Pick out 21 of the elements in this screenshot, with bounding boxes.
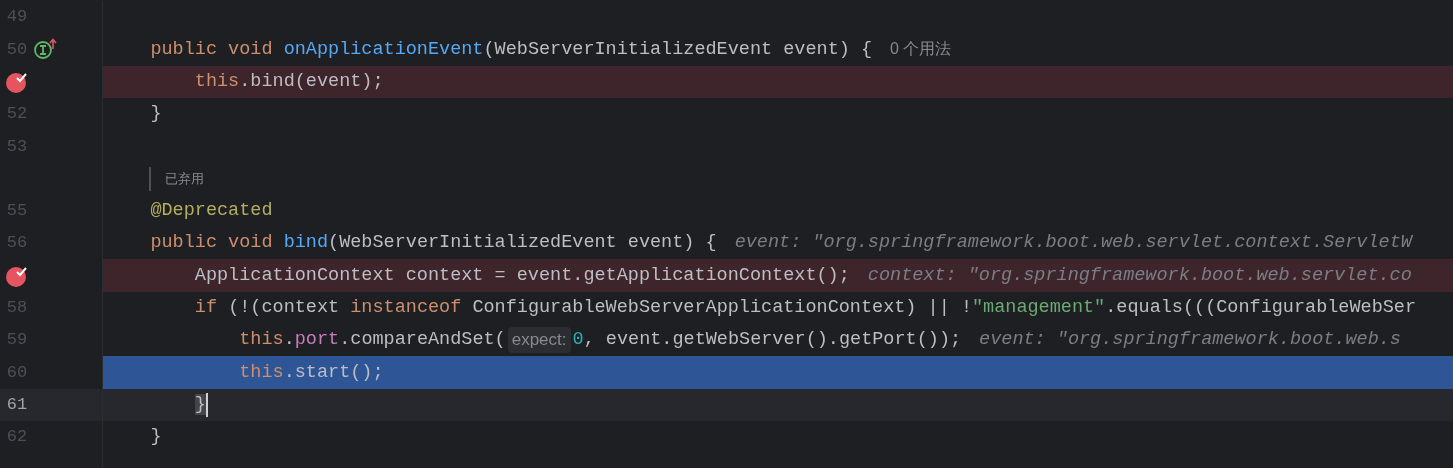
line-number: 61 xyxy=(6,393,28,416)
code-text: this.port.compareAndSet( xyxy=(238,328,506,353)
debug-value-hint: context: "org.springframework.boot.web.servlet.co xyxy=(867,263,1412,288)
implements-icon[interactable] xyxy=(34,38,58,61)
code-text: } xyxy=(193,392,206,417)
code-text: } xyxy=(149,102,162,127)
debug-value-hint: event: "org.springframework.boot.web.s xyxy=(979,328,1401,353)
text-caret xyxy=(205,392,208,417)
debug-value-hint: event: "org.springframework.boot.web.servlet.context.ServletW xyxy=(734,231,1412,256)
code-text: this.bind(event); xyxy=(193,69,384,94)
deprecated-inlay: 已弃用 xyxy=(149,166,204,191)
code-text: } xyxy=(149,425,162,450)
code-text: ApplicationContext context = event.getApplicationContext(); xyxy=(193,263,850,288)
code-text: @Deprecated xyxy=(149,199,273,224)
code-text: this.start(); xyxy=(238,360,384,385)
parameter-hint: expect: xyxy=(507,327,571,353)
code-text: public void bind(WebServerInitializedEvent event) { xyxy=(149,231,717,256)
code-text: if (!(context instanceof ConfigurableWebServerApplicationContext) || !"management".equals(((ConfigurableWebSer xyxy=(193,295,1417,320)
usages-hint[interactable]: 0 个用法 xyxy=(890,37,952,62)
code-text: 0, event.getWebServer().getPort()); xyxy=(572,328,962,353)
code-text: public void onApplicationEvent(WebServerInitializedEvent event) { xyxy=(149,37,873,62)
